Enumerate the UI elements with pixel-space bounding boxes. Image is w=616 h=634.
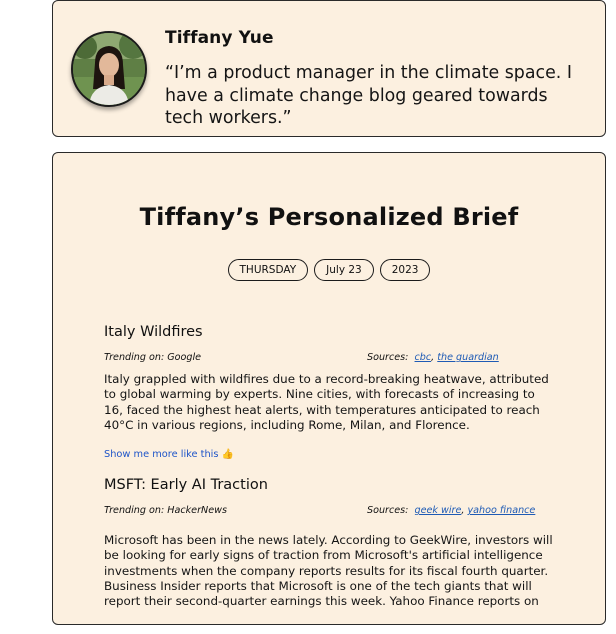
story-meta: Trending on: Google Sources: cbc, the gu… bbox=[104, 352, 554, 366]
sources-label: Sources: bbox=[367, 505, 409, 516]
year-pill: 2023 bbox=[379, 259, 431, 281]
brief-title: Tiffany’s Personalized Brief bbox=[139, 203, 519, 231]
sources: Sources: cbc, the guardian bbox=[367, 352, 499, 363]
profile-card: Tiffany Yue “I’m a product manager in th… bbox=[52, 0, 606, 137]
weekday-pill: THURSDAY bbox=[227, 259, 309, 281]
source-link-geek-wire[interactable]: geek wire bbox=[415, 505, 462, 516]
source-link-the-guardian[interactable]: the guardian bbox=[437, 352, 499, 363]
story-meta: Trending on: HackerNews Sources: geek wi… bbox=[104, 505, 554, 519]
sources: Sources: geek wire, yahoo finance bbox=[367, 505, 536, 516]
story-title: MSFT: Early AI Traction bbox=[104, 477, 268, 493]
story-body: Microsoft has been in the news lately. A… bbox=[104, 533, 553, 609]
profile-quote: “I’m a product manager in the climate sp… bbox=[165, 63, 572, 128]
story-title: Italy Wildfires bbox=[104, 324, 203, 340]
sources-label: Sources: bbox=[367, 352, 409, 363]
month-day-pill: July 23 bbox=[314, 259, 374, 281]
trending-label: Trending on: Google bbox=[104, 352, 202, 363]
story-item: MSFT: Early AI Traction Trending on: Hac… bbox=[104, 477, 554, 609]
trending-label: Trending on: HackerNews bbox=[104, 505, 227, 516]
profile-name: Tiffany Yue bbox=[165, 28, 274, 48]
date-row: THURSDAY July 23 2023 bbox=[53, 259, 605, 281]
source-link-yahoo-finance[interactable]: yahoo finance bbox=[467, 505, 535, 516]
avatar bbox=[71, 31, 147, 107]
show-more-link[interactable]: Show me more like this 👍 bbox=[104, 449, 554, 460]
source-link-cbc[interactable]: cbc bbox=[415, 352, 432, 363]
story-body: Italy grappled with wildfires due to a r… bbox=[104, 372, 549, 432]
brief-card: Tiffany’s Personalized Brief THURSDAY Ju… bbox=[52, 152, 606, 625]
person-photo-icon bbox=[73, 33, 145, 105]
story-item: Italy Wildfires Trending on: Google Sour… bbox=[104, 324, 554, 460]
